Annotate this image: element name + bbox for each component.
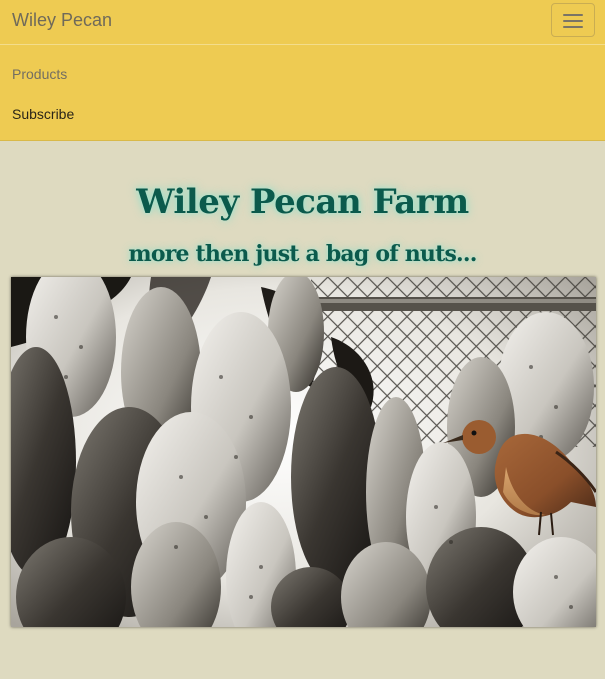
navbar-toggle-button[interactable] [551, 3, 595, 37]
hero-title: Wiley Pecan Farm [136, 182, 469, 222]
navbar: Wiley Pecan Products Subscribe [0, 0, 605, 141]
hero-image-cactus-bird [11, 277, 596, 627]
cactus-bird-photo [11, 277, 596, 627]
nav-item-subscribe[interactable]: Subscribe [12, 105, 74, 123]
brand-link[interactable]: Wiley Pecan [12, 10, 112, 30]
hero-subtitle: more then just a bag of nuts... [128, 241, 477, 267]
nav-item-products[interactable]: Products [12, 65, 67, 83]
navbar-header: Wiley Pecan [0, 0, 605, 45]
